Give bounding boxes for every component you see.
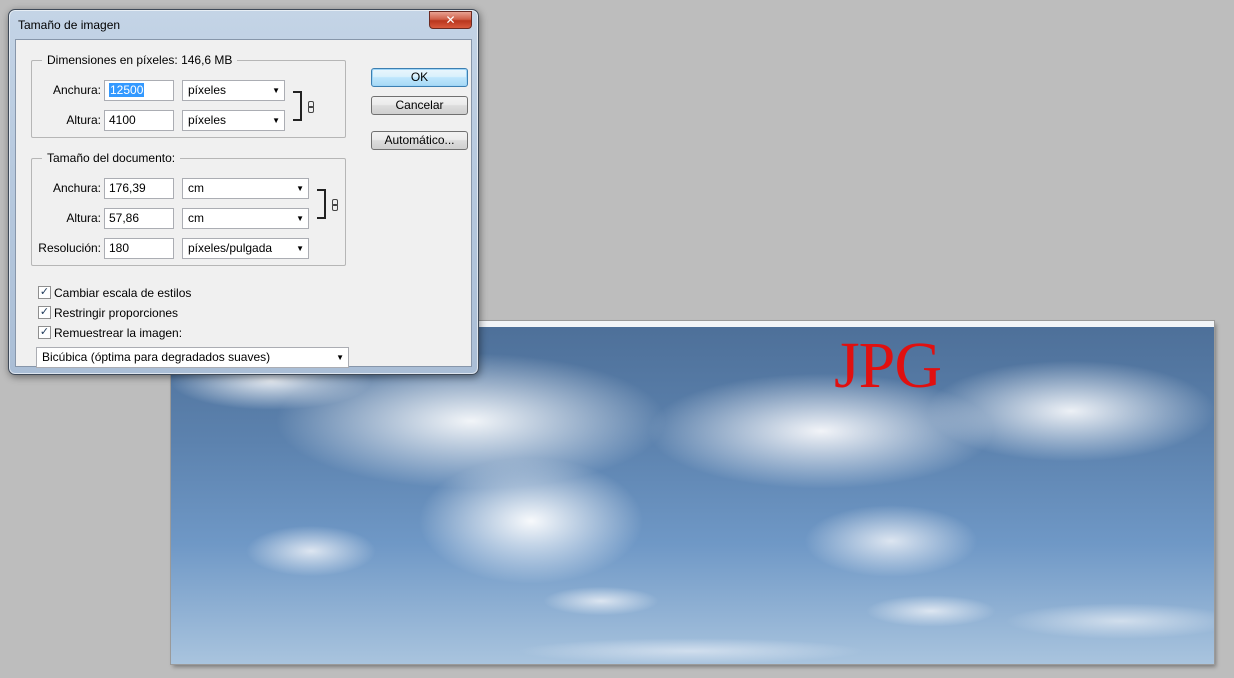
pixel-height-unit-select[interactable]: píxeles ▼ xyxy=(182,110,285,131)
chevron-down-icon: ▼ xyxy=(272,86,280,95)
doc-width-unit-select[interactable]: cm ▼ xyxy=(182,178,309,199)
resolution-value: 180 xyxy=(109,241,130,255)
auto-button[interactable]: Automático... xyxy=(371,131,468,150)
pixel-height-input[interactable]: 4100 xyxy=(104,110,174,131)
document-size-group: Tamaño del documento: Anchura: 176,39 cm… xyxy=(31,151,346,266)
doc-height-label: Altura: xyxy=(66,211,101,225)
pixel-dimensions-title: Dimensiones en píxeles: 146,6 MB xyxy=(42,53,238,67)
pixel-width-unit: píxeles xyxy=(188,83,227,97)
dialog-title: Tamaño de imagen xyxy=(18,18,121,32)
chevron-down-icon: ▼ xyxy=(272,116,280,125)
constrain-proportions-label: Restringir proporciones xyxy=(54,306,179,320)
doc-width-unit: cm xyxy=(188,181,204,195)
chevron-down-icon: ▼ xyxy=(296,244,304,253)
pixel-width-input[interactable]: 12500 xyxy=(104,80,174,101)
close-icon: ✕ xyxy=(445,13,456,27)
link-bracket xyxy=(317,189,326,219)
constrain-proportions-checkbox[interactable]: ✓ xyxy=(38,306,51,319)
pixel-height-label: Altura: xyxy=(66,113,101,127)
chain-link-icon xyxy=(331,199,338,211)
doc-width-value: 176,39 xyxy=(109,181,146,195)
resample-label: Remuestrear la imagen: xyxy=(54,326,183,340)
resolution-unit-select[interactable]: píxeles/pulgada ▼ xyxy=(182,238,309,259)
cancel-button[interactable]: Cancelar xyxy=(371,96,468,115)
doc-width-label: Anchura: xyxy=(52,181,101,195)
dialog-titlebar[interactable]: Tamaño de imagen ✕ xyxy=(9,10,478,38)
doc-height-value: 57,86 xyxy=(109,211,140,225)
canvas-overlay-text: JPG xyxy=(834,329,942,402)
scale-styles-checkbox[interactable]: ✓ xyxy=(38,286,51,299)
chevron-down-icon: ▼ xyxy=(296,214,304,223)
chain-link-icon xyxy=(307,101,314,113)
pixel-height-unit: píxeles xyxy=(188,113,227,127)
chevron-down-icon: ▼ xyxy=(296,184,304,193)
resample-method-select[interactable]: Bicúbica (óptima para degradados suaves)… xyxy=(36,347,349,368)
pixel-width-unit-select[interactable]: píxeles ▼ xyxy=(182,80,285,101)
pixel-height-value: 4100 xyxy=(109,113,136,127)
link-bracket xyxy=(293,91,302,121)
resolution-label: Resolución: xyxy=(38,241,101,255)
close-button[interactable]: ✕ xyxy=(429,11,472,29)
chevron-down-icon: ▼ xyxy=(336,353,344,362)
document-size-title: Tamaño del documento: xyxy=(42,151,181,165)
doc-width-input[interactable]: 176,39 xyxy=(104,178,174,199)
resample-method-value: Bicúbica (óptima para degradados suaves) xyxy=(42,350,271,364)
pixel-width-value: 12500 xyxy=(109,83,145,97)
resample-checkbox[interactable]: ✓ xyxy=(38,326,51,339)
scale-styles-label: Cambiar escala de estilos xyxy=(54,286,192,300)
resolution-input[interactable]: 180 xyxy=(104,238,174,259)
pixel-dimensions-group: Dimensiones en píxeles: 146,6 MB Anchura… xyxy=(31,53,346,138)
resolution-unit: píxeles/pulgada xyxy=(188,241,273,255)
doc-height-unit-select[interactable]: cm ▼ xyxy=(182,208,309,229)
doc-height-unit: cm xyxy=(188,211,204,225)
image-size-dialog: Tamaño de imagen ✕ Dimensiones en píxele… xyxy=(8,9,479,375)
pixel-width-label: Anchura: xyxy=(52,83,101,97)
ok-button[interactable]: OK xyxy=(371,68,468,87)
dialog-client: Dimensiones en píxeles: 146,6 MB Anchura… xyxy=(15,39,472,368)
doc-height-input[interactable]: 57,86 xyxy=(104,208,174,229)
